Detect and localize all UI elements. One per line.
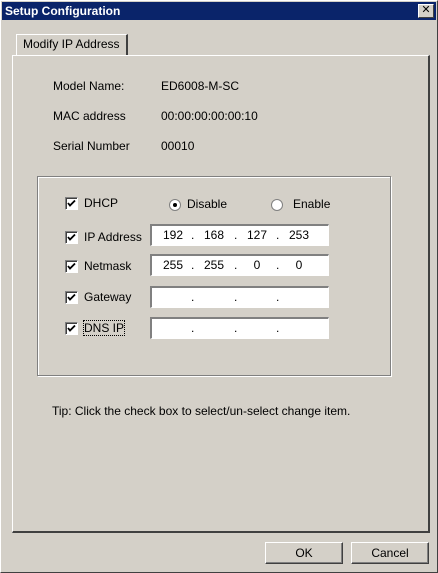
dns-ip-label: DNS IP (82, 320, 126, 336)
netmask-octet-3: 0 (253, 258, 261, 272)
model-name-value: ED6008-M-SC (161, 79, 240, 93)
octet-separator: . (276, 258, 280, 272)
octet-separator: . (234, 290, 238, 304)
dhcp-enable-label: Enable (293, 197, 331, 211)
tab-modify-ip-address[interactable]: Modify IP Address (16, 34, 128, 55)
cancel-button[interactable]: Cancel (351, 542, 429, 564)
model-name-label: Model Name: (53, 79, 125, 93)
netmask-checkbox[interactable] (65, 260, 78, 273)
ip-octet-4: 253 (288, 228, 310, 242)
dns-ip-input[interactable]: . . . (150, 317, 329, 339)
setup-configuration-dialog: Setup Configuration ✕ Modify IP Address … (0, 0, 438, 573)
tip-text: Tip: Click the check box to select/un-se… (52, 404, 351, 418)
check-mark-icon (67, 324, 76, 332)
gateway-label: Gateway (84, 290, 132, 304)
octet-separator: . (276, 321, 280, 335)
netmask-octet-1: 255 (162, 258, 184, 272)
octet-separator: . (191, 228, 195, 242)
octet-separator: . (276, 228, 280, 242)
octet-separator: . (234, 321, 238, 335)
dhcp-disable-label: Disable (187, 197, 228, 211)
window-title: Setup Configuration (5, 4, 121, 18)
netmask-label: Netmask (84, 259, 132, 273)
radio-selected-icon (173, 203, 177, 207)
octet-separator: . (191, 290, 195, 304)
octet-separator: . (234, 228, 238, 242)
title-bar[interactable]: Setup Configuration ✕ (2, 2, 436, 20)
ip-address-input[interactable]: 192 . 168 . 127 . 253 (150, 224, 329, 246)
gateway-checkbox[interactable] (65, 291, 78, 304)
octet-separator: . (276, 290, 280, 304)
ip-address-checkbox[interactable] (65, 231, 78, 244)
serial-number-value: 00010 (161, 139, 195, 153)
ip-octet-2: 168 (203, 228, 225, 242)
netmask-octet-2: 255 (203, 258, 225, 272)
check-mark-icon (67, 293, 76, 301)
dhcp-enable-radio[interactable] (271, 199, 283, 211)
octet-separator: . (191, 258, 195, 272)
octet-separator: . (191, 321, 195, 335)
ip-octet-1: 192 (162, 228, 184, 242)
ip-address-label: IP Address (84, 230, 142, 244)
mac-address-value: 00:00:00:00:00:10 (161, 109, 258, 123)
netmask-input[interactable]: 255 . 255 . 0 . 0 (150, 254, 329, 276)
check-mark-icon (67, 199, 76, 207)
dhcp-label: DHCP (84, 196, 119, 210)
dhcp-checkbox[interactable] (65, 197, 78, 210)
ok-button[interactable]: OK (265, 542, 343, 564)
dhcp-disable-radio[interactable] (169, 199, 181, 211)
mac-address-label: MAC address (53, 109, 126, 123)
check-mark-icon (67, 262, 76, 270)
gateway-input[interactable]: . . . (150, 286, 329, 308)
octet-separator: . (234, 258, 238, 272)
close-icon[interactable]: ✕ (418, 4, 434, 18)
check-mark-icon (67, 233, 76, 241)
ip-octet-3: 127 (246, 228, 268, 242)
dns-ip-checkbox[interactable] (65, 322, 78, 335)
serial-number-label: Serial Number (53, 139, 130, 153)
netmask-octet-4: 0 (295, 258, 303, 272)
